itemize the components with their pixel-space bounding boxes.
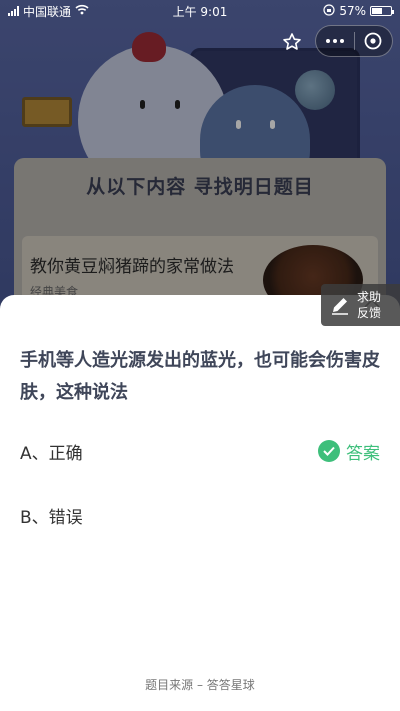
battery-icon xyxy=(370,6,394,16)
option-a-label: A、正确 xyxy=(20,443,83,464)
battery-percent: 57% xyxy=(339,4,366,18)
star-icon xyxy=(283,33,301,50)
close-program-button[interactable] xyxy=(355,26,393,56)
question-source: 题目来源 – 答答星球 xyxy=(145,678,255,692)
answer-label: 答案 xyxy=(346,443,380,464)
pen-icon xyxy=(332,298,348,315)
answer-tag: 答案 xyxy=(318,439,380,464)
lock-rotation-icon xyxy=(323,3,335,19)
status-bar: 中国联通 上午 9:01 57% xyxy=(0,0,400,22)
signal-icon xyxy=(8,6,19,16)
more-icon xyxy=(325,39,330,43)
question-text: 手机等人造光源发出的蓝光，也可能会伤害皮肤，这种说法 xyxy=(20,350,380,403)
option-b[interactable]: B、错误 xyxy=(20,497,380,533)
help-label: 求助 xyxy=(357,290,382,304)
carrier-name: 中国联通 xyxy=(23,4,72,19)
option-b-label: B、错误 xyxy=(20,507,83,528)
feedback-label: 反馈 xyxy=(357,306,382,320)
check-icon xyxy=(318,440,340,462)
help-feedback-button[interactable]: 求助 反馈 xyxy=(321,284,400,326)
more-button[interactable] xyxy=(316,26,354,56)
close-circle-icon xyxy=(364,32,382,50)
wifi-icon xyxy=(75,4,89,18)
mini-program-capsule xyxy=(315,25,393,57)
option-a[interactable]: A、正确 答案 xyxy=(20,433,380,469)
star-button[interactable] xyxy=(278,28,306,56)
